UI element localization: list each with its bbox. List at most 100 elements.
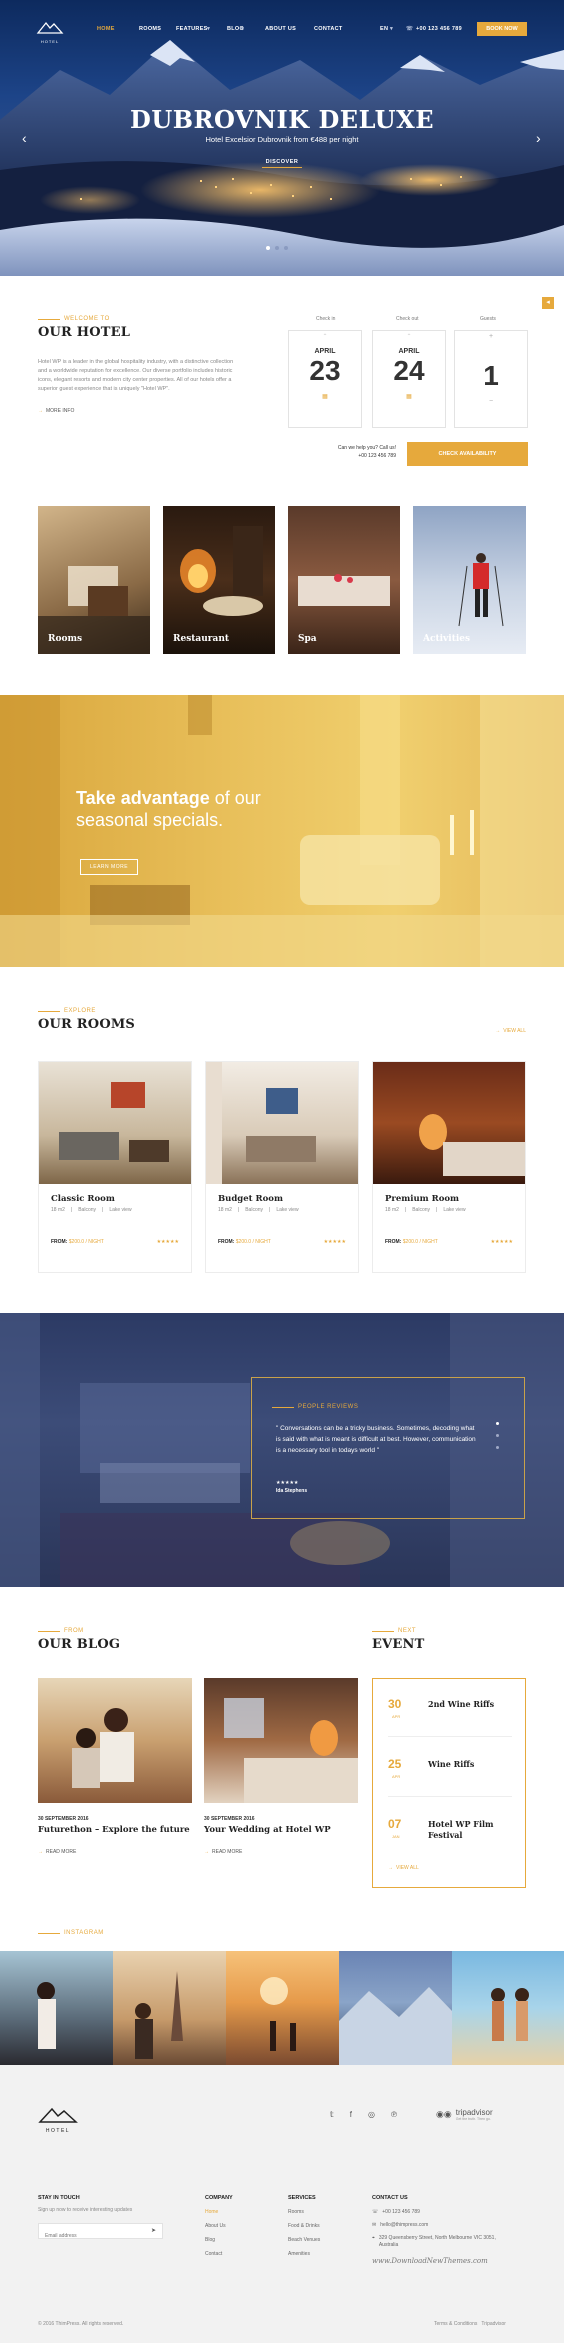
event-item[interactable]: 25 APR Wine Riffs [388, 1757, 512, 1797]
room-card[interactable]: Premium Room 18 m2 | Balcony | Lake view FRO… [372, 1061, 526, 1273]
blog-post-title[interactable]: Futurethon – Explore the future [38, 1825, 192, 1835]
event-name: Wine Riffs [428, 1759, 475, 1769]
contact-address: ⌖ 329 Queensberry Street, North Melbourne… [372, 2235, 496, 2248]
slider-dot[interactable] [266, 246, 270, 250]
event-item[interactable]: 07 JAN Hotel WP Film Festival [388, 1817, 512, 1857]
checkout-picker[interactable]: ⌃ APRIL 24 ▦ [372, 330, 446, 428]
header-phone: +00 123 456 789 [416, 26, 462, 32]
side-toggle-icon[interactable]: ◂ [542, 297, 554, 309]
slider-next-icon[interactable]: › [536, 130, 541, 146]
increase-icon[interactable]: + [455, 333, 527, 340]
email-input[interactable] [39, 2229, 139, 2243]
welcome-text: Hotel WP is a leader in the global hospi… [38, 359, 234, 392]
event-day: 07 [388, 1817, 402, 1831]
view-all-rooms-link[interactable]: → VIEW ALL [495, 1028, 526, 1034]
check-availability-button[interactable]: CHECK AVAILABILITY [407, 442, 528, 466]
room-name: Budget Room [218, 1194, 283, 1204]
event-name: Hotel WP Film Festival [428, 1819, 494, 1840]
slider-dot[interactable] [284, 246, 288, 250]
tripadvisor-subtext: Get the truth. Then go. [455, 2117, 491, 2121]
tile-label: Rooms [48, 634, 83, 644]
nav-home[interactable]: HOME [97, 26, 115, 32]
footer-bottom-links[interactable]: Terms & Conditions Tripadvisor [434, 2321, 506, 2327]
promo-headline-rest: of our [209, 788, 261, 808]
room-card[interactable]: Classic Room 18 m2 | Balcony | Lake view FRO… [38, 1061, 192, 1273]
activities-tile[interactable]: Activities [413, 506, 526, 654]
tripadvisor-badge[interactable]: ◉◉ tripadvisor Get the truth. Then go. [436, 2108, 493, 2121]
footer-link-home[interactable]: Home [205, 2209, 233, 2215]
blog-post[interactable]: 30 SEPTEMBER 2016 Your Wedding at Hotel … [204, 1678, 358, 1855]
read-more-link[interactable]: → READ MORE [38, 1849, 192, 1855]
footer-logo[interactable]: HOTEL [38, 2105, 78, 2134]
tile-label: Restaurant [173, 634, 230, 644]
language-select[interactable]: EN [380, 26, 388, 32]
twitter-icon[interactable]: 𝕥 [330, 2110, 334, 2119]
services-column: SERVICES Rooms Food & Drinks Beach Venue… [288, 2195, 320, 2257]
instagram-strip [0, 1951, 564, 2065]
instagram-photo[interactable] [339, 1951, 452, 2065]
review-dot[interactable] [496, 1446, 499, 1449]
welcome-title: OUR HOTEL [38, 325, 131, 340]
decrease-icon[interactable]: − [455, 398, 527, 405]
location-icon: ⌖ [372, 2235, 375, 2241]
arrow-right-icon: → [495, 1028, 501, 1034]
spa-tile[interactable]: Spa [288, 506, 400, 654]
nav-features[interactable]: FEATURES [176, 26, 208, 32]
hero-title: DUBROVNIK DELUXE [130, 105, 434, 134]
nav-contact[interactable]: CONTACT [314, 26, 343, 32]
footer-link-amenities[interactable]: Amenities [288, 2251, 320, 2257]
instagram-photo[interactable] [113, 1951, 226, 2065]
main-navigation: HOTEL HOME ROOMS FEATURES ▾ BLOG ▾ ABOUT… [0, 21, 564, 44]
instagram-photo[interactable] [452, 1951, 564, 2065]
guests-picker[interactable]: + 1 − [454, 330, 528, 428]
review-dot[interactable] [496, 1422, 499, 1425]
slider-prev-icon[interactable]: ‹ [22, 130, 27, 146]
instagram-photo[interactable] [0, 1951, 113, 2065]
footer-link-beach[interactable]: Beach Venues [288, 2237, 320, 2243]
star-rating-icon: ★★★★★ [323, 1239, 346, 1245]
logo[interactable]: HOTEL [36, 20, 64, 44]
more-info-link[interactable]: → MORE INFO [38, 408, 248, 414]
footer-link-rooms[interactable]: Rooms [288, 2209, 320, 2215]
arrow-right-icon: → [204, 1849, 209, 1855]
event-item[interactable]: 30 APR 2nd Wine Riffs [388, 1697, 512, 1737]
footer-link-about[interactable]: About Us [205, 2223, 233, 2229]
blog-post[interactable]: 30 SEPTEMBER 2016 Futurethon – Explore t… [38, 1678, 192, 1855]
blog-post-title[interactable]: Your Wedding at Hotel WP [204, 1825, 358, 1835]
instagram-icon[interactable]: ◎ [368, 2110, 375, 2119]
event-section: NEXT EVENT 30 APR 2nd Wine Riffs 25 APR … [372, 1628, 526, 1888]
learn-more-button[interactable]: LEARN MORE [80, 859, 138, 875]
nav-about[interactable]: ABOUT US [265, 26, 296, 32]
star-rating-icon: ★★★★★ [156, 1239, 179, 1245]
contact-email[interactable]: ✉ hello@thimpress.com [372, 2222, 532, 2228]
room-name: Premium Room [385, 1194, 460, 1204]
read-more-link[interactable]: → READ MORE [204, 1849, 358, 1855]
booking-widget: Check in Check out Guests ⌃ APRIL 23 ▦ ⌃… [288, 316, 528, 466]
checkin-picker[interactable]: ⌃ APRIL 23 ▦ [288, 330, 362, 428]
checkout-day: 24 [393, 355, 425, 386]
send-icon[interactable]: ➤ [151, 2227, 156, 2234]
calendar-icon: ▦ [406, 394, 412, 400]
room-price: $200.0 / NIGHT [68, 1239, 104, 1245]
checkin-label: Check in [316, 316, 336, 322]
discover-button[interactable]: DISCOVER [262, 159, 302, 168]
slider-dot[interactable] [275, 246, 279, 250]
stay-text: Sign up now to receive interesting updat… [38, 2207, 133, 2213]
restaurant-tile[interactable]: Restaurant [163, 506, 275, 654]
facebook-icon[interactable]: f [350, 2110, 352, 2119]
nav-rooms[interactable]: ROOMS [139, 26, 161, 32]
footer-link-contact[interactable]: Contact [205, 2251, 233, 2257]
tile-label: Activities [423, 634, 471, 644]
footer-link-blog[interactable]: Blog [205, 2237, 233, 2243]
hero-subtitle: Hotel Excelsior Dubrovnik from €488 per … [205, 135, 359, 144]
rooms-tile[interactable]: Rooms [38, 506, 150, 654]
book-now-button[interactable]: BOOK NOW [477, 22, 527, 36]
instagram-photo[interactable] [226, 1951, 339, 2065]
contact-title: CONTACT US [372, 2195, 408, 2201]
pinterest-icon[interactable]: ℗ [391, 2110, 397, 2119]
contact-phone: ☏ +00 123 456 789 [372, 2209, 420, 2215]
footer-link-food[interactable]: Food & Drinks [288, 2223, 320, 2229]
view-all-events-link[interactable]: → VIEW ALL [388, 1865, 419, 1871]
review-dot[interactable] [496, 1434, 499, 1437]
room-card[interactable]: Budget Room 18 m2 | Balcony | Lake view FROM… [205, 1061, 359, 1273]
